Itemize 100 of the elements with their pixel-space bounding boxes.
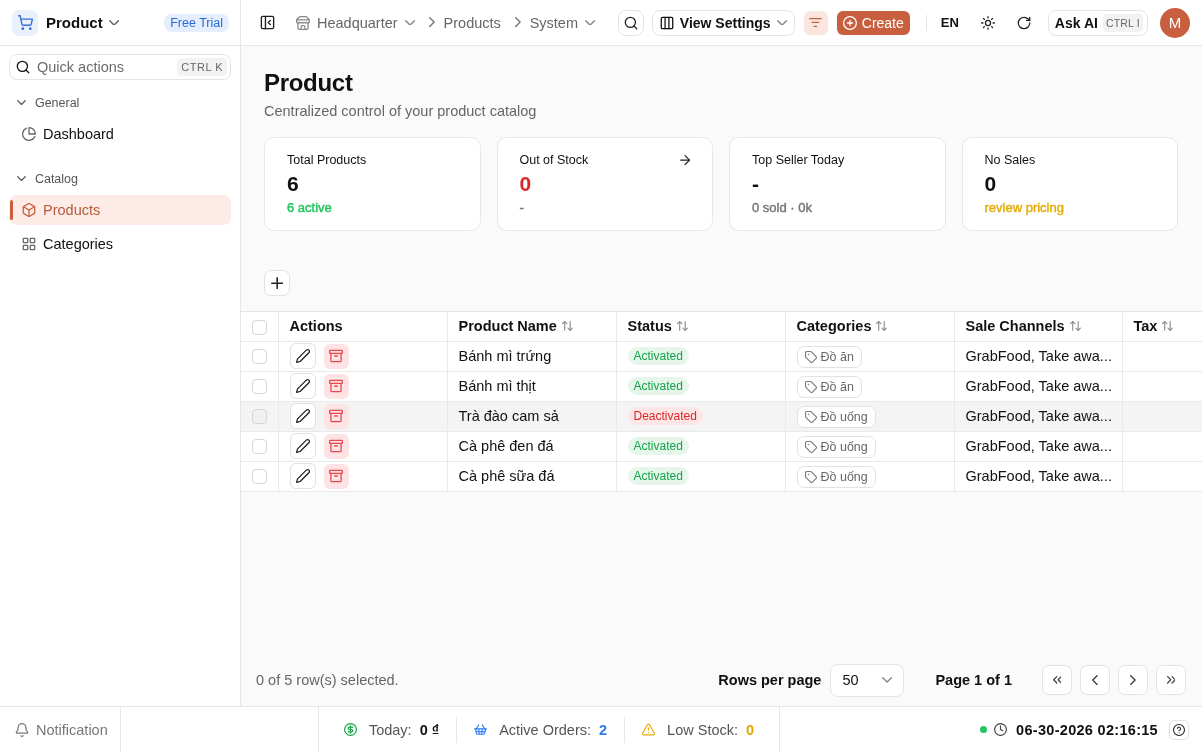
stat-value: 0 [984,171,998,197]
category-label: Đồ uống [820,409,868,425]
archive-button[interactable] [323,433,349,459]
search-icon [623,15,638,30]
breadcrumb-item[interactable]: Headquarter [296,14,415,31]
nav-item[interactable]: Dashboard [9,119,231,149]
stat-note: - [519,199,525,217]
product-name: Bánh mì trứng [458,348,552,364]
chevron-down-icon [776,19,787,26]
tag-icon [804,411,817,423]
refresh-button[interactable] [1016,15,1031,30]
breadcrumb-item[interactable]: System [529,14,596,31]
stat-note: 6 active [287,199,333,217]
edit-button[interactable] [289,463,316,489]
row-checkbox[interactable] [251,379,267,395]
help-icon [1173,723,1185,736]
metric-label: Active Orders: [499,721,592,738]
select-all-checkbox[interactable] [251,319,267,335]
chevron-down-icon [108,19,119,26]
row-checkbox[interactable] [251,469,267,485]
previous-page-button[interactable] [1080,665,1110,695]
first-page-button[interactable] [1042,665,1072,695]
rows-per-page-select[interactable]: 50 [830,663,905,697]
sun-icon [980,15,995,30]
section-toggle[interactable]: General [9,91,80,115]
pencil-icon [295,469,310,483]
view-settings-button[interactable]: View Settings [651,9,795,36]
create-button[interactable]: Create [836,10,910,35]
page-indicator: Page 1 of 1 [935,672,1012,688]
column-header[interactable]: Status [627,318,688,335]
chevron-down-icon [882,677,893,683]
tag-icon [804,471,817,483]
tag-icon [804,351,817,363]
breadcrumb-item[interactable]: Products [443,14,501,31]
category-label: Đồ uống [820,469,868,485]
stat-value: 6 [287,171,300,197]
column-header[interactable]: Categories [796,318,888,335]
filter-button[interactable] [803,10,828,35]
grid-icon [22,237,36,251]
theme-button[interactable] [980,15,995,30]
column-header[interactable]: Product Name [458,318,573,335]
stat-value: - [752,171,760,197]
status-badge: Activated [627,467,689,485]
edit-button[interactable] [289,403,316,429]
metric-value: 0 [746,721,755,738]
sidebar-toggle-button[interactable] [258,13,276,32]
date-time: 06-30-2026 02:16:15 [1016,721,1158,738]
category-label: Đồ ăn [820,349,854,365]
chevron-left-icon [1092,674,1098,686]
warning-icon [642,723,656,736]
archive-icon [329,409,343,423]
search-icon [16,60,30,74]
plan-badge: Free Trial [164,13,229,32]
column-header[interactable]: Sale Channels [965,318,1081,335]
pencil-icon [295,439,310,453]
dollar-circle-icon [343,723,357,736]
archive-button[interactable] [323,343,349,369]
archive-button[interactable] [323,463,349,489]
app-switcher[interactable]: Product [46,14,119,31]
column-header: Actions [289,318,343,335]
metric-label: Today: [368,721,412,738]
ask-ai-button[interactable]: Ask AI CTRL I [1047,9,1148,36]
metric-label: Low Stock: [667,721,739,738]
archive-button[interactable] [323,373,349,399]
stat-note: review pricing [984,199,1065,217]
product-name: Cà phê sữa đá [458,468,555,484]
sale-channels: GrabFood, Take awa... [965,408,1112,424]
sale-channels: GrabFood, Take awa... [965,468,1112,484]
tag-icon [804,441,817,453]
panel-icon [259,15,275,30]
search-button[interactable] [617,9,644,36]
metric-value: 2 [599,721,608,738]
add-button[interactable] [264,270,290,296]
row-checkbox[interactable] [251,349,267,365]
pencil-icon [295,349,310,363]
row-checkbox[interactable] [251,409,267,425]
edit-button[interactable] [289,343,316,369]
edit-button[interactable] [289,433,316,459]
row-checkbox[interactable] [251,439,267,455]
column-header[interactable]: Tax [1133,318,1174,335]
notification-button[interactable]: Notification [0,707,121,752]
nav-item[interactable]: Products [9,195,231,225]
next-page-button[interactable] [1118,665,1148,695]
nav-item[interactable]: Categories [9,229,231,259]
shortcut-hint: CTRL I [1102,13,1143,32]
clock-icon [994,723,1008,736]
columns-icon [659,15,674,30]
status-badge: Activated [627,377,689,395]
refresh-icon [1016,15,1031,30]
language-button[interactable]: EN [940,15,959,30]
selection-count: 0 of 5 row(s) selected. [256,672,399,688]
section-toggle[interactable]: Catalog [9,167,78,191]
archive-button[interactable] [323,403,349,429]
user-avatar[interactable]: M [1160,7,1190,38]
edit-button[interactable] [289,373,316,399]
last-page-button[interactable] [1156,665,1186,695]
tag-icon [804,381,817,393]
help-button[interactable] [1169,719,1189,740]
store-icon [296,15,310,30]
metric-value: 0 ₫ [419,721,440,738]
